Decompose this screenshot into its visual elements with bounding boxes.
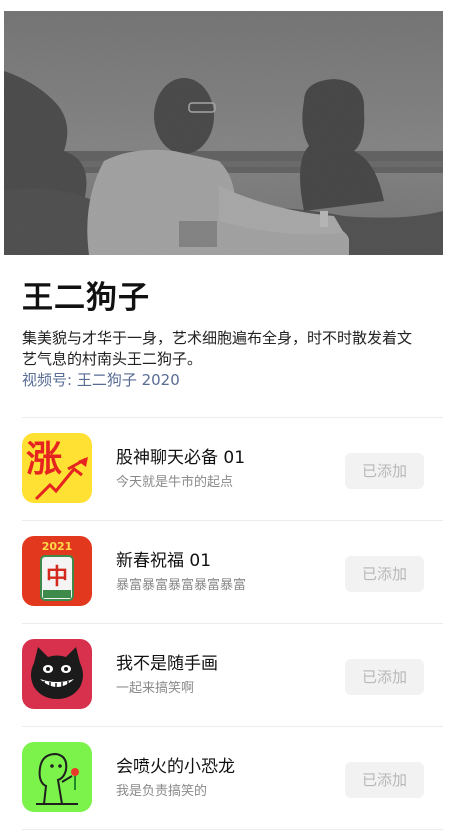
divider: [22, 829, 443, 830]
svg-text:中: 中: [46, 565, 68, 590]
sticker-item[interactable]: 我不是随手画 一起来搞笑啊 已添加: [0, 625, 449, 729]
sticker-title: 我不是随手画: [116, 654, 218, 674]
sticker-desc: 暴富暴富暴富暴富暴富: [116, 578, 247, 593]
divider: [22, 417, 443, 418]
profile-bio: 集美貌与才华于一身，艺术细胞遍布全身，时不时散发着文艺气息的村南头王二狗子。: [22, 329, 413, 368]
sticker-author-page: 王二狗子 集美貌与才华于一身，艺术细胞遍布全身，时不时散发着文艺气息的村南头王二…: [0, 0, 449, 838]
sticker-item[interactable]: 涨 股神聊天必备 01 今天就是牛市的起点 已添加: [0, 419, 449, 523]
svg-text:涨: 涨: [26, 439, 62, 480]
grinning-cat-icon: [22, 639, 92, 709]
sticker-title: 新春祝福 01: [116, 551, 212, 571]
divider: [22, 623, 443, 624]
sticker-title: 会喷火的小恐龙: [116, 757, 235, 777]
mahjong-tile-icon: 2021 中: [22, 536, 92, 606]
sticker-item[interactable]: 会喷火的小恐龙 我是负责搞笑的 已添加: [0, 728, 449, 832]
cover-photo: [4, 11, 443, 255]
dinosaur-icon: [22, 742, 92, 812]
profile-name: 王二狗子: [22, 280, 150, 316]
svg-text:2021: 2021: [42, 540, 73, 553]
divider: [22, 726, 443, 727]
sticker-title: 股神聊天必备 01: [116, 448, 246, 468]
sticker-item[interactable]: 2021 中 新春祝福 01 暴富暴富暴富暴富暴富 已添加: [0, 522, 449, 626]
sticker-desc: 我是负责搞笑的: [116, 784, 208, 799]
rising-stock-icon: 涨: [22, 433, 92, 503]
added-button[interactable]: 已添加: [345, 659, 424, 695]
divider: [22, 520, 443, 521]
added-button[interactable]: 已添加: [345, 556, 424, 592]
sticker-desc: 一起来搞笑啊: [116, 681, 195, 696]
added-button[interactable]: 已添加: [345, 762, 424, 798]
sticker-desc: 今天就是牛市的起点: [116, 475, 234, 490]
added-button[interactable]: 已添加: [345, 453, 424, 489]
channel-id-link[interactable]: 视频号: 王二狗子 2020: [22, 370, 180, 391]
